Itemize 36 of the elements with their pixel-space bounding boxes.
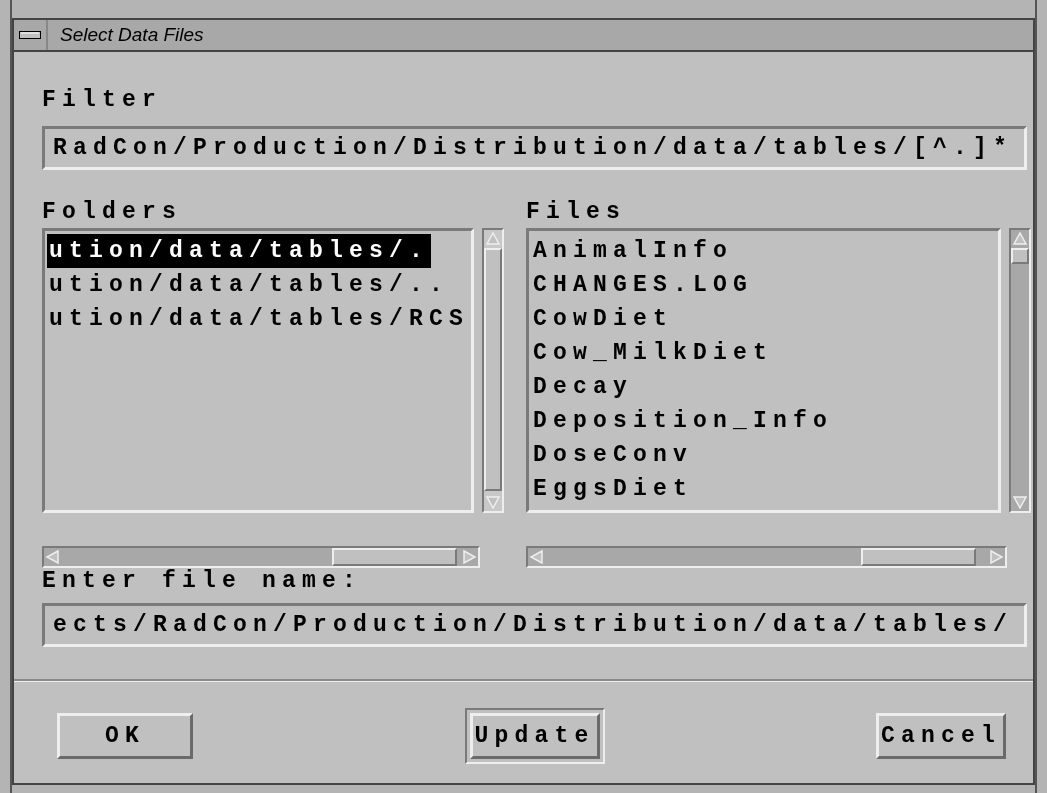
file-item[interactable]: CowDiet [531,302,676,336]
scroll-thumb[interactable] [861,548,976,566]
file-name-field[interactable]: ects/RadCon/Production/Distribution/data/tables/ [42,603,1027,647]
horizontal-scrollbar[interactable] [526,546,1007,568]
filter-label: Filter [42,88,162,112]
scroll-thumb[interactable] [332,548,457,566]
folders-label: Folders [42,200,184,224]
scroll-right-arrow-icon[interactable] [987,548,1005,566]
scroll-right-arrow-icon[interactable] [460,548,478,566]
scroll-thumb[interactable] [484,248,502,491]
scroll-thumb[interactable] [1011,248,1029,264]
scroll-left-arrow-icon[interactable] [44,548,62,566]
horizontal-scrollbar[interactable] [42,546,480,568]
folder-item[interactable]: ution/data/tables/RCS [47,302,471,336]
window-menu-icon[interactable] [19,31,41,39]
file-item[interactable]: DoseConv [531,438,696,472]
file-item[interactable]: Decay [531,370,635,404]
file-item[interactable]: Cow_MilkDiet [531,336,776,370]
file-item[interactable]: Deposition_Info [531,404,836,438]
vertical-scrollbar[interactable] [482,228,504,513]
file-item[interactable]: CHANGES.LOG [531,268,756,302]
window-title: Select Data Files [60,22,204,47]
filter-field[interactable]: RadCon/Production/Distribution/data/tables/[^.]* [42,126,1027,170]
file-item[interactable]: AnimalInfo [531,234,736,268]
scroll-left-arrow-icon[interactable] [528,548,546,566]
folder-item[interactable]: ution/data/tables/.. [47,268,452,302]
dialog-button[interactable]: Update [469,713,600,759]
vertical-scrollbar[interactable] [1009,228,1031,513]
dialog-button[interactable]: Cancel [876,713,1006,759]
files-label: Files [526,200,627,224]
folder-item[interactable]: ution/data/tables/. [47,234,432,268]
dialog-button[interactable]: OK [57,713,193,759]
file-name-label: Enter file name: [42,569,363,593]
scroll-up-arrow-icon[interactable] [1011,230,1029,248]
scroll-down-arrow-icon[interactable] [1011,493,1029,511]
file-item[interactable]: EggsDiet [531,472,696,506]
